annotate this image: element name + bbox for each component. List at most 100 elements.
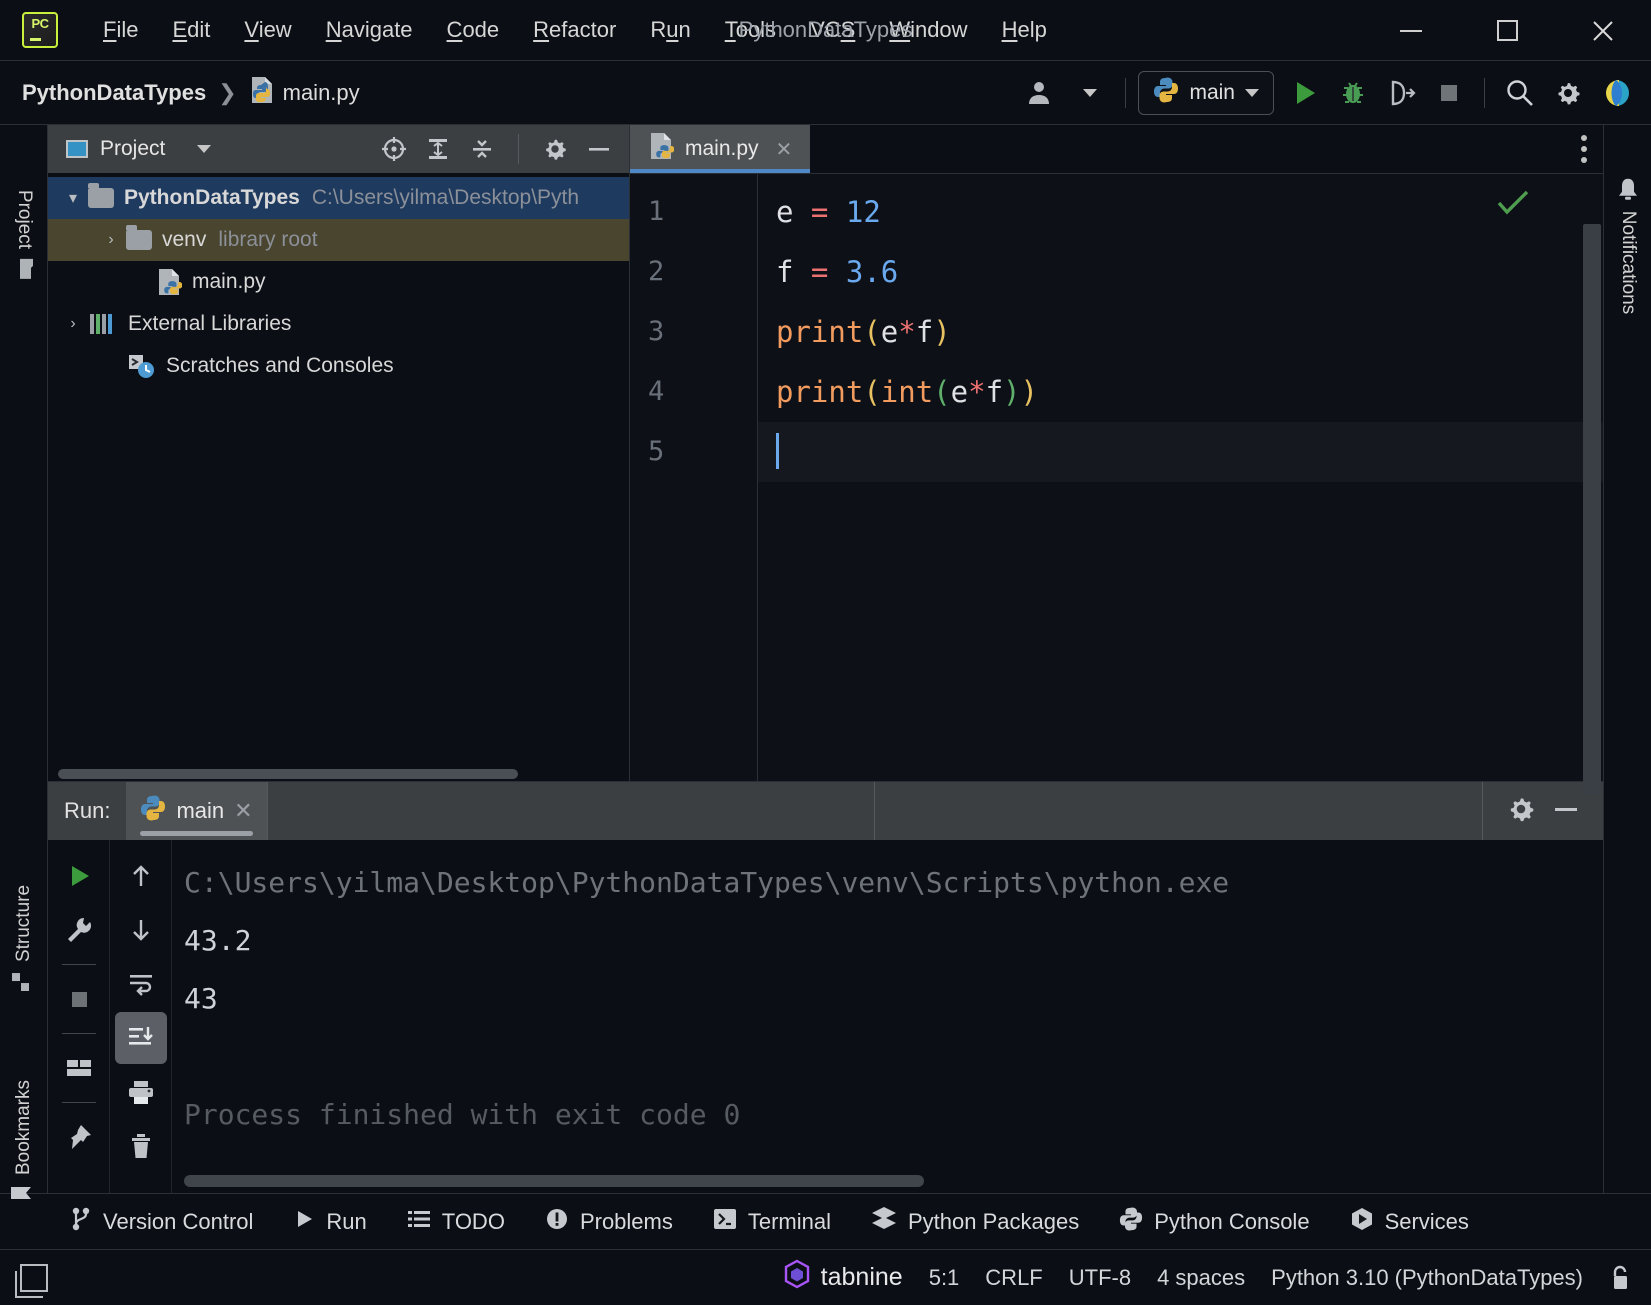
chevron-down-icon[interactable]: ▾: [58, 188, 88, 208]
toolwindow-terminal[interactable]: Terminal: [713, 1207, 831, 1237]
indent-setting[interactable]: 4 spaces: [1157, 1265, 1245, 1291]
soft-wrap-icon[interactable]: [115, 958, 167, 1010]
tree-label: main.py: [192, 270, 266, 293]
unlocked-icon[interactable]: [1609, 1264, 1631, 1292]
tree-row-mainpy[interactable]: main.py: [48, 261, 629, 303]
close-icon[interactable]: ✕: [234, 798, 252, 824]
console-line-finished: Process finished with exit code 0: [184, 1098, 741, 1131]
run-tab-main[interactable]: main ✕: [126, 782, 267, 840]
code-token: *: [968, 375, 986, 409]
chevron-right-icon[interactable]: ›: [96, 231, 126, 249]
editor-vertical-scrollbar[interactable]: [1583, 224, 1601, 794]
layout-settings-icon[interactable]: [53, 1042, 105, 1094]
close-icon[interactable]: ✕: [776, 137, 793, 162]
menu-file[interactable]: File: [86, 13, 155, 47]
run-configuration-selector[interactable]: main: [1138, 71, 1274, 115]
stop-button[interactable]: [1426, 70, 1472, 116]
show-tool-windows-icon[interactable]: [15, 1263, 48, 1298]
tree-row-scratches-and-consoles[interactable]: Scratches and Consoles: [48, 345, 629, 387]
collapse-all-icon[interactable]: [462, 129, 502, 169]
menu-vcs[interactable]: VCS: [793, 13, 872, 47]
inspection-status-icon[interactable]: [1495, 188, 1531, 223]
rail-item-bookmarks[interactable]: Bookmarks: [10, 1080, 38, 1202]
print-icon[interactable]: [115, 1066, 167, 1118]
tree-row-venv[interactable]: › venv library root: [48, 219, 629, 261]
scroll-to-end-icon[interactable]: [114, 1012, 167, 1064]
menu-window[interactable]: Window: [872, 13, 984, 47]
rail-item-project[interactable]: Project: [12, 190, 36, 280]
project-panel-header: Project: [48, 125, 629, 173]
run-console-output[interactable]: C:\Users\yilma\Desktop\PythonDataTypes\v…: [172, 840, 1603, 1193]
menu-navigate[interactable]: Navigate: [309, 13, 430, 47]
breadcrumb-file-label: main.py: [282, 79, 360, 105]
rail-item-structure[interactable]: Structure: [11, 885, 37, 992]
menu-view[interactable]: View: [227, 13, 308, 47]
run-panel-label: Run:: [64, 798, 111, 823]
debug-button[interactable]: [1330, 70, 1376, 116]
toolwindow-problems[interactable]: Problems: [545, 1207, 673, 1237]
tree-row-external-libraries[interactable]: › External Libraries: [48, 303, 629, 345]
toolwindow-run[interactable]: Run: [293, 1208, 367, 1236]
code-line-4[interactable]: print(int(e*f)): [758, 362, 1603, 422]
toolwindow-python-console[interactable]: Python Console: [1119, 1206, 1310, 1237]
project-panel-title[interactable]: Project: [58, 137, 219, 161]
breadcrumb-project[interactable]: PythonDataTypes: [22, 80, 206, 106]
minimize-button[interactable]: [1363, 0, 1459, 61]
rerun-icon[interactable]: [53, 850, 105, 902]
search-icon[interactable]: [1497, 70, 1543, 116]
options-icon[interactable]: [1581, 135, 1587, 163]
trash-icon[interactable]: [115, 1120, 167, 1172]
caret-position[interactable]: 5:1: [929, 1265, 960, 1291]
line-separator[interactable]: CRLF: [985, 1265, 1042, 1291]
toolwindow-todo[interactable]: TODO: [407, 1208, 505, 1236]
toolwindow-version-control[interactable]: Version Control: [70, 1206, 253, 1238]
hide-panel-icon[interactable]: [1551, 794, 1581, 829]
menu-code[interactable]: Code: [430, 13, 517, 47]
code-editor[interactable]: 1 2 3 4 5 e = 12 f = 3.6 print(e*f) prin…: [630, 173, 1603, 794]
settings-icon[interactable]: [1505, 793, 1537, 830]
toolwindow-services[interactable]: Services: [1350, 1207, 1469, 1237]
tab-main-py[interactable]: main.py ✕: [630, 125, 811, 173]
rail-item-notifications[interactable]: Notifications: [1615, 178, 1641, 314]
user-avatar-icon[interactable]: [1019, 70, 1065, 116]
code-line-5[interactable]: [758, 422, 1603, 482]
maximize-button[interactable]: [1459, 0, 1555, 61]
menu-tools[interactable]: Tools: [708, 13, 793, 47]
code-line-3[interactable]: print(e*f): [758, 302, 1603, 362]
code-line-2[interactable]: f = 3.6: [758, 242, 1603, 302]
up-arrow-icon[interactable]: [115, 850, 167, 902]
hide-panel-icon[interactable]: [579, 129, 619, 169]
code-line-1[interactable]: e = 12: [758, 182, 1603, 242]
code-content[interactable]: e = 12 f = 3.6 print(e*f) print(int(e*f)…: [758, 174, 1603, 781]
menu-run[interactable]: Run: [633, 13, 707, 47]
user-dropdown-caret-icon[interactable]: [1067, 70, 1113, 116]
chevron-right-icon[interactable]: ›: [58, 315, 88, 333]
toolwindow-python-packages[interactable]: Python Packages: [871, 1206, 1079, 1238]
close-button[interactable]: [1555, 0, 1651, 61]
menu-edit[interactable]: Edit: [155, 13, 227, 47]
project-horizontal-scrollbar[interactable]: [48, 767, 629, 781]
console-horizontal-scrollbar[interactable]: [184, 1175, 924, 1187]
settings-icon[interactable]: [535, 129, 575, 169]
tree-row-pythondatatypes[interactable]: ▾ PythonDataTypes C:\Users\yilma\Desktop…: [48, 177, 629, 219]
file-encoding[interactable]: UTF-8: [1069, 1265, 1131, 1291]
toolwindow-label: Python Packages: [908, 1208, 1080, 1234]
menu-refactor[interactable]: Refactor: [516, 13, 633, 47]
modify-run-configuration-icon[interactable]: [53, 904, 105, 956]
pin-icon[interactable]: [53, 1111, 105, 1163]
chevron-down-icon[interactable]: [1245, 89, 1259, 97]
stop-icon[interactable]: [53, 973, 105, 1025]
tabnine-widget[interactable]: tabnine: [783, 1259, 903, 1296]
updates-icon[interactable]: [1593, 70, 1639, 116]
chevron-down-icon[interactable]: [197, 145, 212, 153]
expand-all-icon[interactable]: [418, 129, 458, 169]
python-interpreter[interactable]: Python 3.10 (PythonDataTypes): [1271, 1265, 1583, 1291]
select-opened-file-icon[interactable]: [374, 129, 414, 169]
down-arrow-icon[interactable]: [115, 904, 167, 956]
breadcrumb-file[interactable]: main.py: [249, 76, 360, 110]
settings-icon[interactable]: [1545, 70, 1591, 116]
scrollbar-thumb[interactable]: [58, 769, 518, 779]
run-button[interactable]: [1282, 70, 1328, 116]
menu-help[interactable]: Help: [985, 13, 1064, 47]
run-with-coverage-button[interactable]: [1378, 70, 1424, 116]
